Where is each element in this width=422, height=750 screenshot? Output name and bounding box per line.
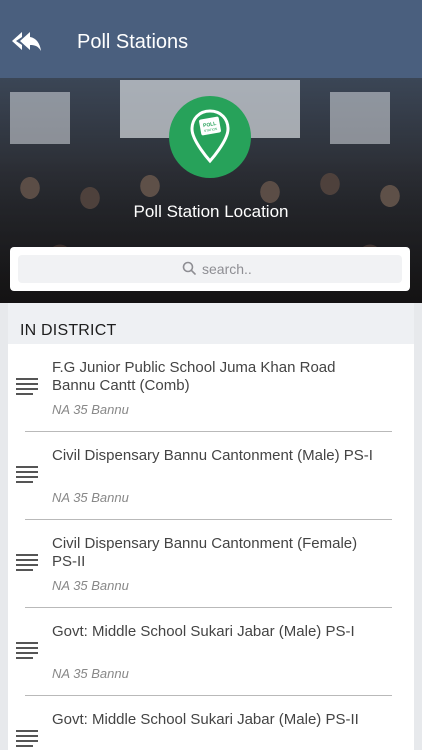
list-item[interactable]: F.G Junior Public School Juma Khan Road … (8, 344, 414, 432)
poll-station-logo: POLL STATION (169, 96, 251, 178)
station-constituency: NA 35 Bannu (52, 578, 129, 593)
search-icon (182, 261, 196, 275)
station-constituency: NA 35 Bannu (52, 402, 129, 417)
list-item[interactable]: Govt: Middle School Sukari Jabar (Male) … (8, 608, 414, 696)
station-constituency: NA 35 Bannu (52, 666, 129, 681)
location-pin-icon: POLL STATION (190, 109, 230, 164)
list-icon (16, 730, 38, 748)
station-name: Civil Dispensary Bannu Cantonment (Femal… (52, 535, 358, 570)
list-item[interactable]: Civil Dispensary Bannu Cantonment (Male)… (8, 432, 414, 520)
list-icon (16, 554, 38, 572)
stage-screen-image (330, 92, 390, 144)
station-name: Civil Dispensary Bannu Cantonment (Male)… (52, 447, 373, 464)
reply-all-icon (12, 32, 41, 51)
list-icon (16, 642, 38, 660)
list-icon (16, 378, 38, 396)
station-name: Govt: Middle School Sukari Jabar (Male) … (52, 623, 355, 640)
station-constituency: NA 35 Bannu (52, 490, 129, 505)
station-name: Govt: Middle School Sukari Jabar (Male) … (52, 711, 359, 728)
background (414, 303, 422, 750)
stage-screen-image (10, 92, 70, 144)
navbar: Poll Stations (0, 0, 422, 78)
back-button[interactable] (10, 28, 44, 56)
station-name: F.G Junior Public School Juma Khan Road … (52, 359, 336, 394)
search-field[interactable] (18, 255, 402, 283)
station-list: F.G Junior Public School Juma Khan Road … (8, 344, 414, 750)
list-item[interactable]: Civil Dispensary Bannu Cantonment (Femal… (8, 520, 414, 608)
list-icon (16, 466, 38, 484)
search-bar (10, 247, 410, 291)
background (0, 303, 8, 750)
section-header: IN DISTRICT (20, 322, 117, 339)
page-title: Poll Stations (77, 31, 189, 53)
hero-title: Poll Station Location (133, 202, 289, 221)
search-input[interactable] (202, 259, 382, 279)
list-item[interactable]: Govt: Middle School Sukari Jabar (Male) … (8, 696, 414, 750)
